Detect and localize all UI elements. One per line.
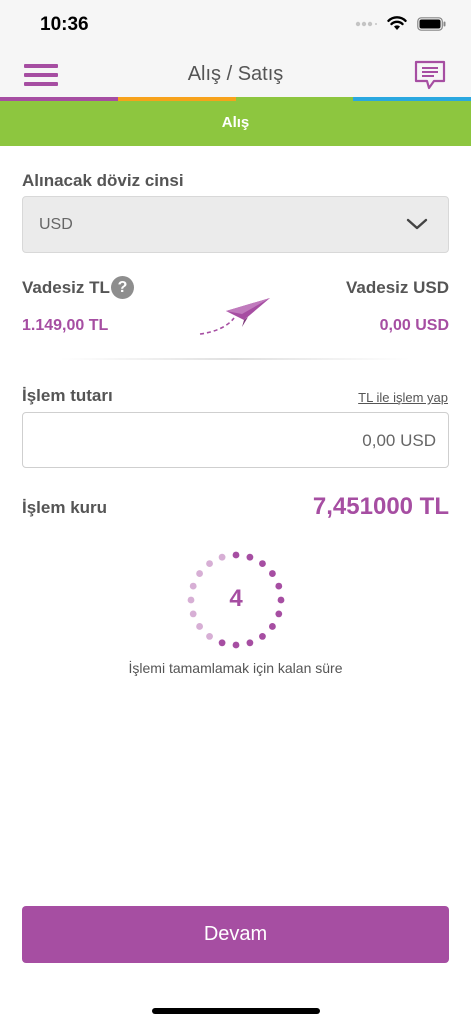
exchange-rate-label: İşlem kuru <box>22 498 108 517</box>
from-account-label: Vadesiz TL <box>22 278 110 297</box>
transaction-amount-label: İşlem tutarı <box>22 386 113 405</box>
transaction-amount-input[interactable]: 0,00 USD <box>22 412 449 468</box>
countdown-dot <box>259 633 266 640</box>
countdown-dot <box>196 623 203 630</box>
battery-icon <box>417 16 446 31</box>
countdown-seconds: 4 <box>229 585 243 612</box>
countdown-dot <box>269 623 276 630</box>
tab-bar: Alış <box>0 101 471 146</box>
continue-button[interactable]: Devam <box>22 906 449 963</box>
to-account-balance: 0,00 USD <box>379 317 449 334</box>
status-bar: 10:36 <box>0 0 471 48</box>
chevron-down-icon <box>406 218 428 230</box>
countdown-dot <box>218 639 226 647</box>
page-title: Alış / Satış <box>187 63 284 85</box>
countdown-dot <box>232 551 240 559</box>
to-account-label: Vadesiz USD <box>346 278 449 297</box>
tl-transaction-link[interactable]: TL ile işlem yap <box>358 390 448 405</box>
countdown-dot <box>206 633 213 640</box>
exchange-rate-value: 7,451000 TL <box>312 493 449 520</box>
countdown-caption: İşlemi tamamlamak için kalan süre <box>128 660 343 676</box>
help-icon[interactable]: ? <box>111 276 134 299</box>
signal-icon <box>355 21 377 26</box>
countdown-dot <box>218 553 226 561</box>
paper-plane-icon <box>199 298 270 335</box>
navigation-bar: Alış / Satış <box>0 48 471 98</box>
status-time: 10:36 <box>40 14 89 35</box>
countdown-dot <box>232 641 240 649</box>
wifi-icon <box>387 16 407 30</box>
countdown-timer: 4 <box>186 550 286 650</box>
tab-buy[interactable]: Alış <box>0 114 471 131</box>
currency-label: Alınacak döviz cinsi <box>22 171 184 190</box>
countdown-dot <box>246 553 254 561</box>
countdown-dot <box>246 639 254 647</box>
currency-select-value: USD <box>39 216 73 233</box>
from-account-balance: 1.149,00 TL <box>22 317 109 334</box>
chat-icon[interactable] <box>413 58 447 92</box>
status-icons <box>355 16 447 31</box>
countdown-dot <box>269 570 276 577</box>
section-divider <box>60 358 410 360</box>
currency-select[interactable]: USD <box>22 196 449 253</box>
countdown-dot <box>206 560 213 567</box>
countdown-dot <box>196 570 203 577</box>
home-indicator <box>152 1008 320 1014</box>
countdown-dot <box>259 560 266 567</box>
transaction-amount-value: 0,00 USD <box>362 431 436 450</box>
